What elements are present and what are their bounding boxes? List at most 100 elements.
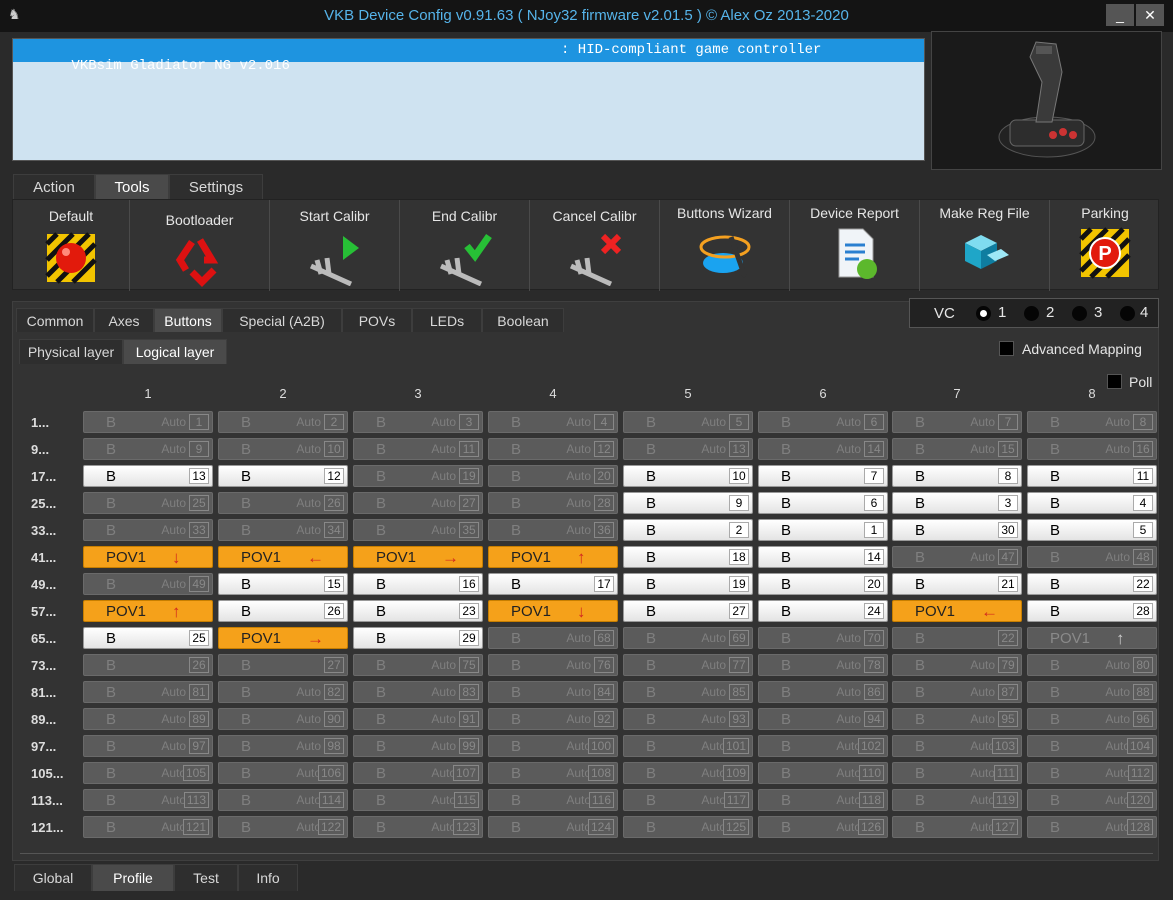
tab-test[interactable]: Test bbox=[174, 864, 238, 891]
button-cell[interactable]: B Auto 69 bbox=[623, 627, 753, 649]
button-cell[interactable]: B 23 bbox=[353, 600, 483, 622]
button-cell[interactable]: B Auto 114 bbox=[218, 789, 348, 811]
tab-leds[interactable]: LEDs bbox=[412, 308, 482, 332]
button-cell[interactable]: B Auto 104 bbox=[1027, 735, 1157, 757]
button-cell[interactable]: B Auto 127 bbox=[892, 816, 1022, 838]
button-cell[interactable]: B Auto 80 bbox=[1027, 654, 1157, 676]
button-cell[interactable]: B Auto 108 bbox=[488, 762, 618, 784]
button-cell[interactable]: B Auto 48 bbox=[1027, 546, 1157, 568]
button-cell[interactable]: B Auto 100 bbox=[488, 735, 618, 757]
button-cell[interactable]: B Auto 101 bbox=[623, 735, 753, 757]
button-cell[interactable]: POV1 ↑ bbox=[1027, 627, 1157, 649]
button-cell[interactable]: B 20 bbox=[758, 573, 888, 595]
make-reg-file-tool-button[interactable]: Make Reg File bbox=[920, 200, 1050, 291]
tab-profile[interactable]: Profile bbox=[92, 864, 174, 891]
bootloader-tool-button[interactable]: Bootloader bbox=[130, 200, 270, 291]
button-cell[interactable]: B Auto 49 bbox=[83, 573, 213, 595]
button-cell[interactable]: B Auto 19 bbox=[353, 465, 483, 487]
start-calibr-tool-button[interactable]: Start Calibr bbox=[270, 200, 400, 291]
button-cell[interactable]: B Auto 123 bbox=[353, 816, 483, 838]
button-cell[interactable]: B Auto 79 bbox=[892, 654, 1022, 676]
advanced-mapping-box[interactable] bbox=[999, 341, 1014, 356]
button-cell[interactable]: B Auto 10 bbox=[218, 438, 348, 460]
button-cell[interactable]: B Auto 119 bbox=[892, 789, 1022, 811]
button-cell[interactable]: B Auto 102 bbox=[758, 735, 888, 757]
button-cell[interactable]: B Auto 81 bbox=[83, 681, 213, 703]
button-cell[interactable]: B6 bbox=[758, 492, 888, 514]
minimize-button[interactable]: _ bbox=[1106, 4, 1134, 26]
button-cell[interactable]: B Auto 109 bbox=[623, 762, 753, 784]
button-cell[interactable]: B 14 bbox=[758, 546, 888, 568]
button-cell[interactable]: B9 bbox=[623, 492, 753, 514]
button-cell[interactable]: B Auto 13 bbox=[623, 438, 753, 460]
device-row[interactable]: VKBsim Gladiator NG v2.016 : HID-complia… bbox=[13, 39, 924, 74]
tab-info[interactable]: Info bbox=[238, 864, 298, 891]
tab-povs[interactable]: POVs bbox=[342, 308, 412, 332]
button-cell[interactable]: B 24 bbox=[758, 600, 888, 622]
button-cell[interactable]: B 26 bbox=[218, 600, 348, 622]
button-cell[interactable]: POV1 ↓ bbox=[83, 546, 213, 568]
button-cell[interactable]: B3 bbox=[892, 492, 1022, 514]
button-cell[interactable]: B Auto 78 bbox=[758, 654, 888, 676]
button-cell[interactable]: B Auto 93 bbox=[623, 708, 753, 730]
tab-tools[interactable]: Tools bbox=[95, 174, 169, 200]
button-cell[interactable]: B Auto 33 bbox=[83, 519, 213, 541]
button-cell[interactable]: B Auto 105 bbox=[83, 762, 213, 784]
button-cell[interactable]: B Auto 36 bbox=[488, 519, 618, 541]
button-cell[interactable]: B 27 bbox=[218, 654, 348, 676]
button-cell[interactable]: B Auto 70 bbox=[758, 627, 888, 649]
button-cell[interactable]: B Auto 120 bbox=[1027, 789, 1157, 811]
button-cell[interactable]: B 27 bbox=[623, 600, 753, 622]
button-cell[interactable]: B 22 bbox=[892, 627, 1022, 649]
device-list[interactable]: VKBsim Gladiator NG v2.016 : HID-complia… bbox=[12, 38, 925, 161]
tab-special-a2b[interactable]: Special (A2B) bbox=[222, 308, 342, 332]
tab-logical-layer[interactable]: Logical layer bbox=[123, 339, 227, 364]
button-cell[interactable]: B Auto 77 bbox=[623, 654, 753, 676]
tab-physical-layer[interactable]: Physical layer bbox=[19, 339, 123, 364]
button-cell[interactable]: B 22 bbox=[1027, 573, 1157, 595]
button-cell[interactable]: B4 bbox=[1027, 492, 1157, 514]
button-cell[interactable]: POV1 ← bbox=[892, 600, 1022, 622]
button-cell[interactable]: B Auto 94 bbox=[758, 708, 888, 730]
button-cell[interactable]: B Auto 106 bbox=[218, 762, 348, 784]
button-cell[interactable]: B1 bbox=[758, 519, 888, 541]
button-cell[interactable]: B Auto 82 bbox=[218, 681, 348, 703]
button-cell[interactable]: B Auto 25 bbox=[83, 492, 213, 514]
button-cell[interactable]: B Auto 34 bbox=[218, 519, 348, 541]
button-cell[interactable]: B 10 bbox=[623, 465, 753, 487]
button-cell[interactable]: B 18 bbox=[623, 546, 753, 568]
button-cell[interactable]: B Auto 5 bbox=[623, 411, 753, 433]
button-cell[interactable]: B Auto 9 bbox=[83, 438, 213, 460]
button-cell[interactable]: B Auto 90 bbox=[218, 708, 348, 730]
button-cell[interactable]: B Auto 6 bbox=[758, 411, 888, 433]
button-cell[interactable]: B Auto 87 bbox=[892, 681, 1022, 703]
device-report-tool-button[interactable]: Device Report bbox=[790, 200, 920, 291]
button-cell[interactable]: B Auto 15 bbox=[892, 438, 1022, 460]
button-cell[interactable]: B Auto 96 bbox=[1027, 708, 1157, 730]
button-cell[interactable]: B 17 bbox=[488, 573, 618, 595]
tab-action[interactable]: Action bbox=[13, 174, 95, 200]
button-cell[interactable]: B 28 bbox=[1027, 600, 1157, 622]
button-cell[interactable]: B Auto 113 bbox=[83, 789, 213, 811]
button-cell[interactable]: B7 bbox=[758, 465, 888, 487]
button-cell[interactable]: POV1 ↓ bbox=[488, 600, 618, 622]
button-cell[interactable]: B Auto 112 bbox=[1027, 762, 1157, 784]
button-cell[interactable]: B Auto 116 bbox=[488, 789, 618, 811]
button-cell[interactable]: B Auto 75 bbox=[353, 654, 483, 676]
button-cell[interactable]: B Auto 128 bbox=[1027, 816, 1157, 838]
button-cell[interactable]: B Auto 3 bbox=[353, 411, 483, 433]
button-cell[interactable]: B Auto 103 bbox=[892, 735, 1022, 757]
button-cell[interactable]: B 25 bbox=[83, 627, 213, 649]
tab-common[interactable]: Common bbox=[16, 308, 94, 332]
tab-boolean[interactable]: Boolean bbox=[482, 308, 564, 332]
button-cell[interactable]: B Auto 86 bbox=[758, 681, 888, 703]
button-cell[interactable]: B Auto 111 bbox=[892, 762, 1022, 784]
close-button[interactable]: ✕ bbox=[1136, 4, 1164, 26]
button-cell[interactable]: B Auto 7 bbox=[892, 411, 1022, 433]
button-cell[interactable]: B Auto 122 bbox=[218, 816, 348, 838]
button-cell[interactable]: B Auto 115 bbox=[353, 789, 483, 811]
button-cell[interactable]: B Auto 118 bbox=[758, 789, 888, 811]
end-calibr-tool-button[interactable]: End Calibr bbox=[400, 200, 530, 291]
button-cell[interactable]: B Auto 4 bbox=[488, 411, 618, 433]
button-cell[interactable]: B Auto 47 bbox=[892, 546, 1022, 568]
